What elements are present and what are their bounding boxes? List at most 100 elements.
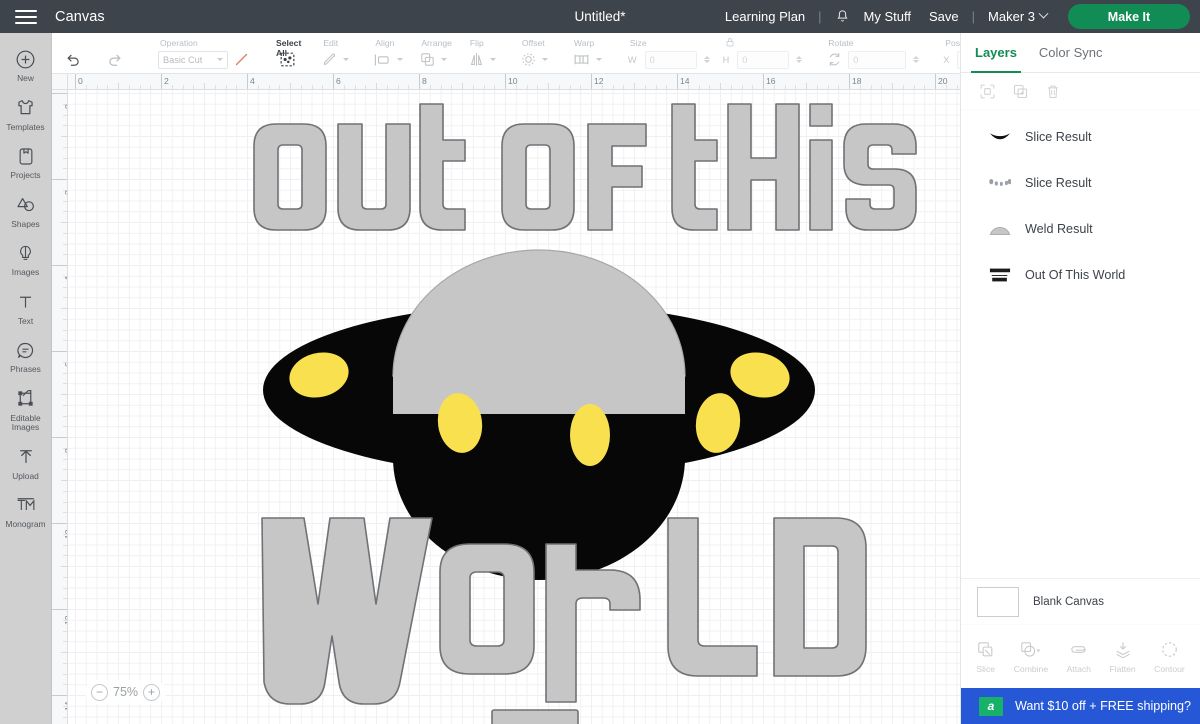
ufo-dome [392,249,686,377]
size-h-value: 0 [742,54,748,65]
pencil-line-icon[interactable] [233,51,250,68]
sidebar-item-monogram[interactable]: Monogram [0,487,52,536]
size-label: Size [629,38,647,48]
plus-circle-icon [15,48,36,70]
layer-operations-bar: Slice Combine Attach Flatten Contour [961,624,1200,688]
design-canvas[interactable]: 0 2 4 6 8 10 12 14 16 18 20 0 2 4 6 8 10 12 14 − 75% + [52,74,960,724]
rotate-input[interactable]: 0 [848,50,907,69]
redo-button[interactable] [105,50,124,67]
sidebar-item-projects[interactable]: Projects [0,138,52,187]
ruler-tick [548,83,549,89]
sidebar-item-images[interactable]: Images [0,235,52,284]
size-h-stepper[interactable] [796,56,803,63]
ruler-subtick [526,85,528,89]
slice-button[interactable]: Slice [976,640,995,674]
layer-row[interactable]: Slice Result [961,160,1200,206]
sidebar-item-phrases[interactable]: Phrases [0,332,52,381]
rotate-stepper[interactable] [913,56,920,63]
ruler-tick [61,222,67,223]
promo-banner[interactable]: a Want $10 off + FREE shipping? [961,688,1200,724]
tab-layers[interactable]: Layers [971,33,1021,73]
ruler-subtick [63,146,67,148]
ruler-subtick [63,662,67,664]
select-all-label: Select All [276,38,302,58]
group-icon[interactable] [979,83,996,100]
operation-select[interactable]: Basic Cut [158,50,228,69]
minus-circle-icon[interactable]: − [91,683,108,701]
ruler-tick [161,74,162,89]
zoom-control[interactable]: − 75% + [85,680,167,704]
rotate-icon[interactable] [826,51,843,68]
align-button[interactable] [373,50,404,69]
size-h-input[interactable]: 0 [737,50,790,69]
machine-selector[interactable]: Maker 3 [979,8,1056,24]
duplicate-icon[interactable] [1012,83,1029,100]
flatten-button[interactable]: Flatten [1109,640,1136,674]
save-button[interactable]: Save [920,9,968,24]
flip-button[interactable] [468,50,496,69]
ruler-subtick [171,85,173,89]
learning-plan-link[interactable]: Learning Plan [716,9,814,24]
combine-button[interactable]: Combine [1014,640,1048,674]
sidebar-item-new[interactable]: New [0,41,52,90]
slice-icon [978,641,993,656]
lock-icon[interactable] [724,36,736,48]
ruler-subtick [63,383,67,385]
warp-button[interactable] [572,50,602,69]
zoom-level: 75% [113,685,139,699]
ruler-subtick [63,157,67,159]
ruler-subtick [698,85,700,89]
arrange-button[interactable] [419,50,452,69]
left-sidebar: New Templates Projects Shapes Images Tex… [0,33,52,724]
edit-button[interactable] [321,50,350,69]
size-w-input[interactable]: 0 [644,50,697,69]
notifications-button[interactable] [826,9,855,24]
ruler-subtick [569,85,571,89]
size-w-stepper[interactable] [703,56,710,63]
size-h-label: H [722,54,730,65]
tab-color-sync[interactable]: Color Sync [1039,33,1103,72]
offset-button[interactable] [520,50,548,69]
layer-row[interactable]: Weld Result [961,206,1200,252]
weld-dome-thumb [989,218,1011,240]
sidebar-item-shapes[interactable]: Shapes [0,187,52,236]
attach-button[interactable]: Attach [1067,640,1091,674]
ruler-label: 2 [63,190,67,195]
sidebar-item-text[interactable]: Text [0,284,52,333]
make-it-button[interactable]: Make It [1068,4,1190,29]
sidebar-item-upload[interactable]: Upload [0,439,52,488]
panel-tabs: Layers Color Sync [961,33,1200,73]
artwork-top-text[interactable] [253,103,917,231]
marquee-select-icon[interactable] [278,50,297,69]
canvas-color-swatch[interactable] [977,586,1019,617]
ruler-subtick [225,85,227,89]
artwork-bottom-text[interactable] [261,517,867,724]
sidebar-item-editable-images[interactable]: Editable Images [0,381,52,439]
artwork-out-of-this-world[interactable] [68,90,960,724]
promo-text: Want $10 off + FREE shipping? [1015,699,1192,713]
undo-button[interactable] [64,50,83,67]
ruler-tick [61,566,67,567]
layer-name: Slice Result [1025,176,1092,190]
canvas-setting-row[interactable]: Blank Canvas [961,578,1200,624]
ruler-subtick [300,85,302,89]
layer-row[interactable]: Out Of This World [961,252,1200,298]
sidebar-item-templates[interactable]: Templates [0,90,52,139]
ruler-subtick [63,168,67,170]
ruler-subtick [397,85,399,89]
ruler-subtick [63,555,67,557]
hamburger-icon[interactable] [0,0,52,33]
trash-icon[interactable] [1045,83,1061,100]
layer-row[interactable]: Slice Result [961,114,1200,160]
ruler-label: 18 [852,76,862,86]
ruler-subtick [870,85,872,89]
ruler-subtick [63,254,67,256]
sidebar-label-new: New [17,73,34,83]
text-t-icon [16,291,35,313]
ruler-subtick [429,85,431,89]
plus-circle-icon[interactable]: + [143,683,161,701]
contour-button[interactable]: Contour [1154,640,1185,674]
ruler-tick [52,93,67,94]
sidebar-label-phrases: Phrases [10,364,41,374]
my-stuff-link[interactable]: My Stuff [855,9,920,24]
